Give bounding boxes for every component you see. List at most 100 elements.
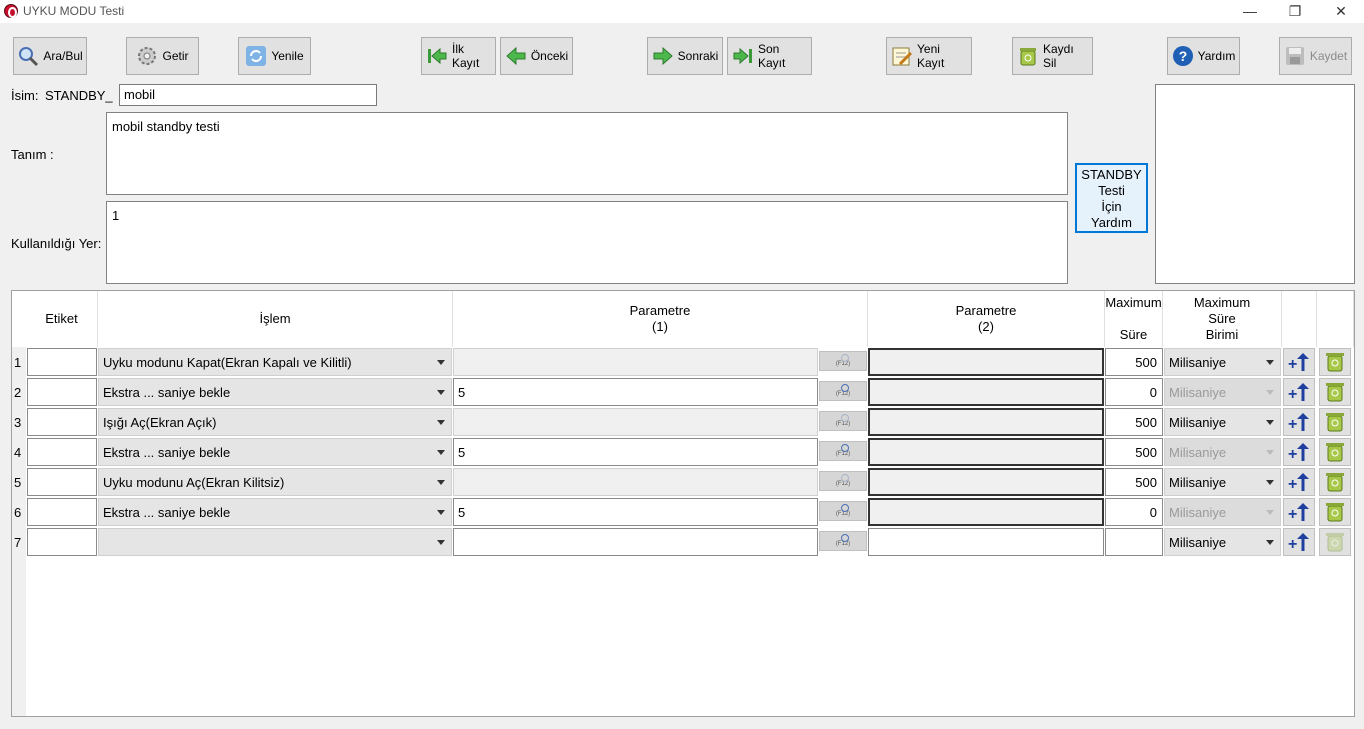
table-row: 2 Ekstra ... saniye bekle 5 (F12) 0 Milisaniy… xyxy=(12,377,1354,407)
operation-dropdown[interactable]: Uyku modunu Kapat(Ekran Kapalı ve Kilitl… xyxy=(98,348,452,376)
param-search-button[interactable]: (F12) xyxy=(819,411,867,431)
param1-cell[interactable] xyxy=(453,408,818,436)
operation-dropdown[interactable]: Işığı Aç(Ekran Açık) xyxy=(98,408,452,436)
time-unit-dropdown[interactable]: Milisaniye xyxy=(1164,528,1281,556)
param2-cell[interactable] xyxy=(868,528,1104,556)
delete-record-button[interactable]: Kaydı Sil xyxy=(1012,37,1093,75)
param1-cell[interactable]: 5 xyxy=(453,498,818,526)
label-cell[interactable] xyxy=(27,528,97,556)
move-up-button[interactable]: + xyxy=(1283,498,1315,526)
operation-dropdown[interactable]: Ekstra ... saniye bekle xyxy=(98,498,452,526)
fetch-button[interactable]: Getir xyxy=(126,37,199,75)
column-header-param2: Parametre (2) xyxy=(868,291,1105,347)
param-search-button[interactable]: (F12) xyxy=(819,531,867,551)
label-cell[interactable] xyxy=(27,498,97,526)
operation-dropdown[interactable]: Uyku modunu Aç(Ekran Kilitsiz) xyxy=(98,468,452,496)
name-input[interactable]: mobil xyxy=(119,84,377,106)
max-time-cell[interactable]: 0 xyxy=(1105,498,1163,526)
time-unit-dropdown[interactable]: Milisaniye xyxy=(1164,468,1281,496)
param2-cell[interactable] xyxy=(868,468,1104,496)
param-search-button[interactable]: (F12) xyxy=(819,501,867,521)
label-cell[interactable] xyxy=(27,348,97,376)
chevron-down-icon xyxy=(437,360,445,365)
refresh-button[interactable]: Yenile xyxy=(238,37,311,75)
help-button[interactable]: ? Yardım xyxy=(1167,37,1240,75)
max-time-cell[interactable]: 0 xyxy=(1105,378,1163,406)
new-record-button[interactable]: Yeni Kayıt xyxy=(886,37,972,75)
move-up-button[interactable]: + xyxy=(1283,348,1315,376)
svg-text:+: + xyxy=(1288,416,1297,433)
close-button[interactable]: ✕ xyxy=(1318,0,1364,23)
table-row: 1 Uyku modunu Kapat(Ekran Kapalı ve Kilit… xyxy=(12,347,1354,377)
delete-row-button[interactable] xyxy=(1319,498,1351,526)
move-up-button[interactable]: + xyxy=(1283,438,1315,466)
delete-row-button[interactable] xyxy=(1319,468,1351,496)
trash-icon xyxy=(1326,413,1344,432)
move-up-button[interactable]: + xyxy=(1283,408,1315,436)
first-record-button[interactable]: İlk Kayıt xyxy=(421,37,496,75)
time-unit-dropdown[interactable]: Milisaniye xyxy=(1164,408,1281,436)
max-time-cell[interactable]: 500 xyxy=(1105,408,1163,436)
notepad-pencil-icon xyxy=(891,45,913,67)
chevron-down-icon xyxy=(1266,390,1274,395)
right-arrow-icon xyxy=(652,45,674,67)
param-search-button[interactable]: (F12) xyxy=(819,441,867,461)
chevron-down-icon xyxy=(437,510,445,515)
operation-value: Ekstra ... saniye bekle xyxy=(103,445,231,460)
delete-row-button[interactable] xyxy=(1319,408,1351,436)
max-time-cell[interactable] xyxy=(1105,528,1163,556)
operation-dropdown[interactable]: Ekstra ... saniye bekle xyxy=(98,438,452,466)
param2-cell[interactable] xyxy=(868,498,1104,526)
label-cell[interactable] xyxy=(27,408,97,436)
chevron-down-icon xyxy=(1266,540,1274,545)
param1-cell[interactable] xyxy=(453,468,818,496)
last-arrow-icon xyxy=(732,45,754,67)
param2-cell[interactable] xyxy=(868,348,1104,376)
last-record-button[interactable]: Son Kayıt xyxy=(727,37,812,75)
operation-dropdown[interactable] xyxy=(98,528,452,556)
usage-textarea[interactable]: 1 xyxy=(106,201,1068,284)
param2-cell[interactable] xyxy=(868,378,1104,406)
description-textarea[interactable]: mobil standby testi xyxy=(106,112,1068,195)
time-unit-dropdown[interactable]: Milisaniye xyxy=(1164,438,1281,466)
max-time-cell[interactable]: 500 xyxy=(1105,348,1163,376)
move-up-button[interactable]: + xyxy=(1283,528,1315,556)
label-cell[interactable] xyxy=(27,378,97,406)
chevron-down-icon xyxy=(1266,480,1274,485)
param2-cell[interactable] xyxy=(868,438,1104,466)
param-search-button[interactable]: (F12) xyxy=(819,351,867,371)
time-unit-dropdown[interactable]: Milisaniye xyxy=(1164,498,1281,526)
param1-cell[interactable]: 5 xyxy=(453,378,818,406)
table-row: 4 Ekstra ... saniye bekle 5 (F12) 500 Milisan… xyxy=(12,437,1354,467)
standby-help-button[interactable]: STANDBY Testi İçin Yardım xyxy=(1075,163,1148,233)
delete-row-button[interactable] xyxy=(1319,378,1351,406)
param-search-button[interactable]: (F12) xyxy=(819,471,867,491)
row-number: 6 xyxy=(14,505,22,520)
minimize-button[interactable]: — xyxy=(1227,0,1273,23)
param1-cell[interactable] xyxy=(453,528,818,556)
move-up-button[interactable]: + xyxy=(1283,468,1315,496)
operation-dropdown[interactable]: Ekstra ... saniye bekle xyxy=(98,378,452,406)
restore-button[interactable]: ❐ xyxy=(1272,0,1318,23)
delete-row-button[interactable] xyxy=(1319,528,1351,556)
delete-row-button[interactable] xyxy=(1319,348,1351,376)
param-search-button[interactable]: (F12) xyxy=(819,381,867,401)
previous-button[interactable]: Önceki xyxy=(500,37,573,75)
next-button[interactable]: Sonraki xyxy=(647,37,723,75)
save-button[interactable]: Kaydet xyxy=(1279,37,1352,75)
param2-cell[interactable] xyxy=(868,408,1104,436)
param1-cell[interactable] xyxy=(453,348,818,376)
max-time-cell[interactable]: 500 xyxy=(1105,438,1163,466)
param1-cell[interactable]: 5 xyxy=(453,438,818,466)
delete-row-button[interactable] xyxy=(1319,438,1351,466)
max-time-cell[interactable]: 500 xyxy=(1105,468,1163,496)
move-up-button[interactable]: + xyxy=(1283,378,1315,406)
search-button[interactable]: Ara/Bul xyxy=(13,37,87,75)
column-header-max-time: Maximum Süre xyxy=(1105,291,1163,347)
time-unit-dropdown[interactable]: Milisaniye xyxy=(1164,348,1281,376)
trash-icon xyxy=(1326,503,1344,522)
label-cell[interactable] xyxy=(27,438,97,466)
label-cell[interactable] xyxy=(27,468,97,496)
add-up-arrow-icon: + xyxy=(1288,473,1309,493)
time-unit-dropdown[interactable]: Milisaniye xyxy=(1164,378,1281,406)
